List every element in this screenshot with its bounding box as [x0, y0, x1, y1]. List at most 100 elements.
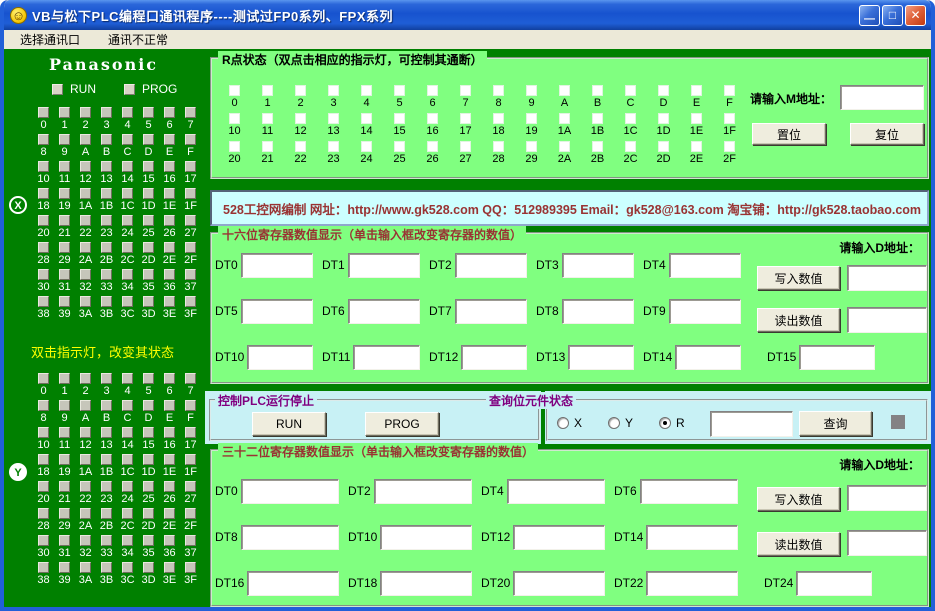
- r-indicator-led[interactable]: [262, 141, 273, 152]
- r-indicator-led[interactable]: [625, 85, 636, 96]
- y-indicator-led[interactable]: [80, 454, 91, 465]
- register-input[interactable]: [568, 344, 634, 370]
- y-indicator-led[interactable]: [122, 454, 133, 465]
- y-indicator-led[interactable]: [122, 508, 133, 519]
- y-indicator-led[interactable]: [185, 454, 196, 465]
- x-indicator-led[interactable]: [38, 296, 49, 307]
- y-indicator-led[interactable]: [101, 427, 112, 438]
- r-indicator-led[interactable]: [724, 113, 735, 124]
- y-indicator-led[interactable]: [122, 427, 133, 438]
- x-indicator-led[interactable]: [164, 296, 175, 307]
- x-indicator-led[interactable]: [101, 269, 112, 280]
- y-indicator-led[interactable]: [101, 535, 112, 546]
- y-indicator-led[interactable]: [38, 400, 49, 411]
- r-indicator-led[interactable]: [526, 113, 537, 124]
- y-indicator-led[interactable]: [185, 562, 196, 573]
- x-indicator-led[interactable]: [38, 188, 49, 199]
- r-indicator-led[interactable]: [625, 113, 636, 124]
- r-indicator-led[interactable]: [559, 113, 570, 124]
- register-input[interactable]: [240, 252, 313, 278]
- y-indicator-led[interactable]: [164, 481, 175, 492]
- register-input[interactable]: [639, 478, 738, 504]
- y-indicator-led[interactable]: [143, 508, 154, 519]
- r-indicator-led[interactable]: [295, 141, 306, 152]
- register-input[interactable]: [799, 344, 876, 370]
- register-input[interactable]: [380, 524, 472, 550]
- x-indicator-led[interactable]: [80, 269, 91, 280]
- x-indicator-led[interactable]: [59, 242, 70, 253]
- r-indicator-led[interactable]: [427, 113, 438, 124]
- y-indicator-led[interactable]: [59, 454, 70, 465]
- register-input[interactable]: [240, 298, 313, 324]
- y-indicator-led[interactable]: [59, 373, 70, 384]
- x-indicator-led[interactable]: [101, 296, 112, 307]
- y-indicator-led[interactable]: [80, 481, 91, 492]
- register-input[interactable]: [454, 298, 527, 324]
- x-indicator-led[interactable]: [164, 161, 175, 172]
- reset-button[interactable]: 复位: [850, 123, 924, 145]
- register-input[interactable]: [561, 252, 634, 278]
- x-indicator-led[interactable]: [122, 296, 133, 307]
- y-indicator-led[interactable]: [143, 400, 154, 411]
- r-indicator-led[interactable]: [394, 85, 405, 96]
- r-indicator-led[interactable]: [427, 141, 438, 152]
- y-indicator-led[interactable]: [143, 454, 154, 465]
- y-indicator-led[interactable]: [80, 535, 91, 546]
- y-indicator-led[interactable]: [101, 400, 112, 411]
- y-indicator-led[interactable]: [59, 508, 70, 519]
- r-indicator-led[interactable]: [394, 113, 405, 124]
- r-indicator-led[interactable]: [229, 113, 240, 124]
- register-input[interactable]: [561, 298, 634, 324]
- y-indicator-led[interactable]: [122, 481, 133, 492]
- x-indicator-led[interactable]: [38, 134, 49, 145]
- r-indicator-led[interactable]: [658, 113, 669, 124]
- y-indicator-led[interactable]: [143, 373, 154, 384]
- register-input[interactable]: [668, 298, 741, 324]
- register-input[interactable]: [347, 252, 420, 278]
- y-indicator-led[interactable]: [59, 562, 70, 573]
- y-indicator-led[interactable]: [38, 373, 49, 384]
- r-indicator-led[interactable]: [526, 141, 537, 152]
- r-indicator-led[interactable]: [526, 85, 537, 96]
- r-indicator-led[interactable]: [427, 85, 438, 96]
- x-indicator-led[interactable]: [80, 242, 91, 253]
- r-indicator-led[interactable]: [295, 85, 306, 96]
- x-indicator-led[interactable]: [185, 296, 196, 307]
- y-indicator-led[interactable]: [164, 373, 175, 384]
- y-indicator-led[interactable]: [59, 481, 70, 492]
- r-indicator-led[interactable]: [658, 141, 669, 152]
- x-indicator-led[interactable]: [185, 107, 196, 118]
- d-address-read-input-16[interactable]: [847, 307, 927, 333]
- y-indicator-led[interactable]: [101, 562, 112, 573]
- x-indicator-led[interactable]: [122, 269, 133, 280]
- register-input[interactable]: [380, 570, 472, 596]
- x-indicator-led[interactable]: [122, 188, 133, 199]
- register-input[interactable]: [247, 344, 313, 370]
- x-indicator-led[interactable]: [122, 161, 133, 172]
- y-indicator-led[interactable]: [38, 481, 49, 492]
- set-button[interactable]: 置位: [752, 123, 826, 145]
- menu-select-comm-port[interactable]: 选择通讯口: [12, 30, 88, 49]
- y-indicator-led[interactable]: [80, 373, 91, 384]
- x-indicator-led[interactable]: [101, 188, 112, 199]
- register-input[interactable]: [373, 478, 472, 504]
- x-indicator-led[interactable]: [59, 134, 70, 145]
- write-value-button-16[interactable]: 写入数值: [757, 266, 840, 290]
- register-input[interactable]: [646, 524, 738, 550]
- x-indicator-led[interactable]: [59, 188, 70, 199]
- r-indicator-led[interactable]: [493, 113, 504, 124]
- r-indicator-led[interactable]: [592, 141, 603, 152]
- r-indicator-led[interactable]: [262, 85, 273, 96]
- y-indicator-led[interactable]: [38, 535, 49, 546]
- r-indicator-led[interactable]: [361, 113, 372, 124]
- r-indicator-led[interactable]: [229, 85, 240, 96]
- r-indicator-led[interactable]: [460, 85, 471, 96]
- r-indicator-led[interactable]: [328, 113, 339, 124]
- y-indicator-led[interactable]: [38, 427, 49, 438]
- r-indicator-led[interactable]: [361, 85, 372, 96]
- register-input[interactable]: [513, 524, 605, 550]
- register-input[interactable]: [796, 570, 873, 596]
- x-indicator-led[interactable]: [38, 269, 49, 280]
- register-input[interactable]: [240, 524, 339, 550]
- y-indicator-led[interactable]: [101, 373, 112, 384]
